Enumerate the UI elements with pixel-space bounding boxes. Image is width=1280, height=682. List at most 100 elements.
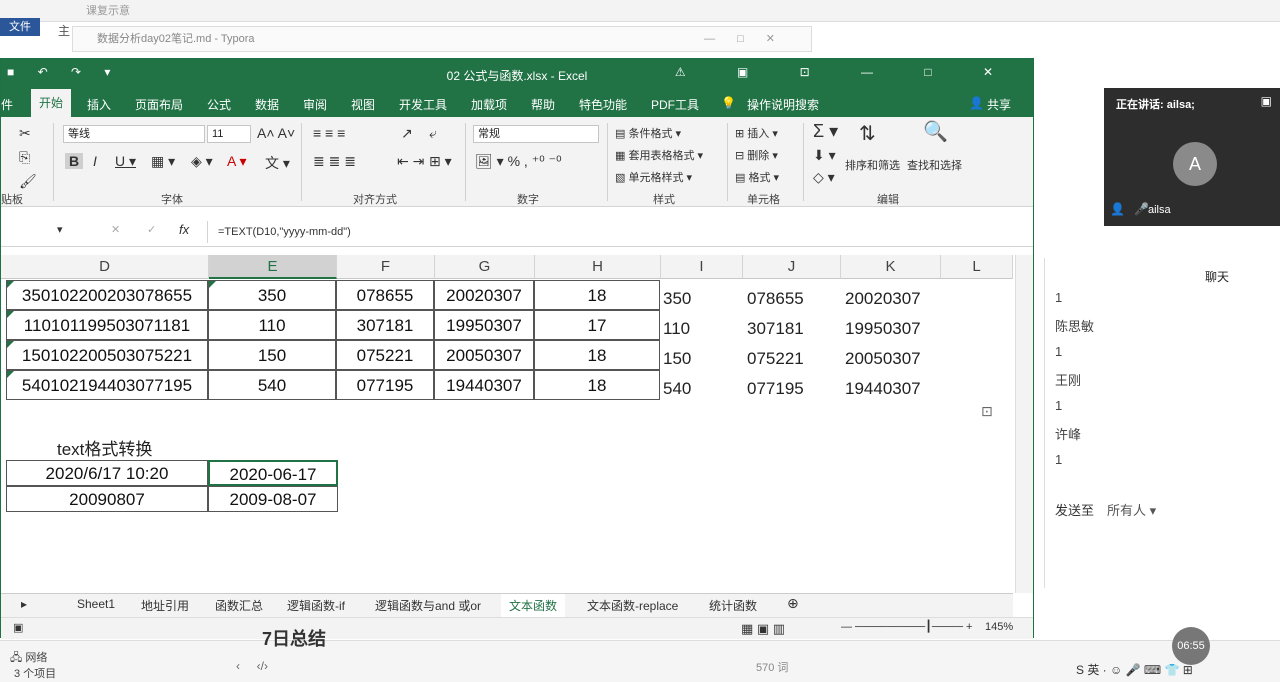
cell-d[interactable]: 110101199503071181 [6,310,208,340]
cell-h[interactable]: 18 [534,370,660,400]
find-icon[interactable]: 🔍 [923,119,948,144]
tab-insert[interactable]: 插入 [87,96,111,113]
tab-data[interactable]: 数据 [255,96,279,113]
cell-e[interactable]: 540 [208,370,336,400]
find-select-button[interactable]: 查找和选择 [907,157,962,173]
sheet-tab-if[interactable]: 逻辑函数-if [287,597,345,614]
sort-filter-icon[interactable]: ⇅ [859,121,876,146]
column-header-l[interactable]: L [941,255,1013,279]
sheet-tab-sheet1[interactable]: Sheet1 [77,597,115,611]
format-cells-button[interactable]: ▤ 格式 ▾ [735,169,779,185]
wrap-text-icon[interactable]: ⤶ [429,125,437,142]
window-controls[interactable]: ⚠ ▣ ⊡ — □ ✕ [675,65,1017,79]
phonetic-icon[interactable]: 文 ▾ [265,153,290,173]
clear-icon[interactable]: ◇ ▾ [813,169,835,186]
tab-review[interactable]: 审阅 [303,96,327,113]
column-header-k[interactable]: K [841,255,941,279]
cell-k[interactable]: 19440307 [845,379,921,399]
column-header-j[interactable]: J [743,255,841,279]
insert-cells-button[interactable]: ⊞ 插入 ▾ [735,125,778,141]
indent-icon[interactable]: ⇤ ⇥ [397,153,424,170]
orientation-icon[interactable]: ↗ [401,125,413,142]
column-header-g[interactable]: G [435,255,535,279]
column-header-d[interactable]: D [1,255,209,279]
cell-h[interactable]: 18 [534,280,660,310]
sort-filter-button[interactable]: 排序和筛选 [845,157,900,173]
share-button[interactable]: 共享 [987,96,1011,113]
view-normal-icon[interactable]: ▦ ▣ ▥ [741,621,785,637]
column-header-h[interactable]: H [535,255,661,279]
tab-addins[interactable]: 加载项 [471,96,507,113]
cut-icon[interactable]: ✂ [19,125,31,142]
sheet-tab-text[interactable]: 文本函数 [501,594,566,619]
cell-j[interactable]: 078655 [747,289,804,309]
cell-g[interactable]: 19950307 [434,310,534,340]
cell-d[interactable]: 150102200503075221 [6,340,208,370]
formula-input[interactable]: =TEXT(D10,"yyyy-mm-dd") [207,221,1027,243]
delete-cells-button[interactable]: ⊟ 删除 ▾ [735,147,778,163]
tab-special[interactable]: 特色功能 [579,96,627,113]
vertical-scrollbar[interactable] [1015,255,1033,593]
cancel-icon[interactable]: ✕ [111,223,120,236]
font-grow-icon[interactable]: A˄ A˅ [257,125,295,141]
typora-window-title[interactable]: 数据分析day02笔记.md - Typora —□✕ [72,26,812,52]
cell-j[interactable]: 075221 [747,349,804,369]
name-box-dropdown-icon[interactable]: ▾ [57,223,63,236]
cell-j[interactable]: 307181 [747,319,804,339]
ime-icon[interactable]: S 英 · ☺ 🎤 ⌨ 👕 ⊞ [1076,661,1193,678]
cell-f[interactable]: 078655 [336,280,434,310]
sheet-tab-address[interactable]: 地址引用 [141,597,189,614]
font-name-select[interactable]: 等线 [63,125,205,143]
fill-color-icon[interactable]: ◈ ▾ [191,153,213,170]
cell-h[interactable]: 17 [534,310,660,340]
insert-function-icon[interactable]: fx [179,222,189,237]
column-header-e[interactable]: E [209,255,337,279]
font-color-icon[interactable]: A ▾ [227,153,246,170]
copy-icon[interactable]: ⎘ [19,149,30,166]
format-painter-icon[interactable]: 🖌 [19,173,37,190]
tell-me-search[interactable]: 操作说明搜索 [747,96,819,113]
panel-toggle-icon[interactable]: ▣ [1261,94,1272,108]
cell-e[interactable]: 110 [208,310,336,340]
border-icon[interactable]: ▦ ▾ [151,153,175,170]
align-top-icon[interactable]: ≡ ≡ ≡ [313,125,345,141]
number-format-select[interactable]: 常规 [473,125,599,143]
tab-page-layout[interactable]: 页面布局 [135,96,183,113]
italic-button[interactable]: I [93,153,97,169]
cell-d[interactable]: 540102194403077195 [6,370,208,400]
tab-home[interactable]: 开始 [31,89,72,117]
person-icon[interactable]: 👤 [969,96,984,110]
merge-icon[interactable]: ⊞ ▾ [429,153,452,170]
table-format-button[interactable]: ▦ 套用表格格式 ▾ [615,147,703,163]
tab-help[interactable]: 帮助 [531,96,555,113]
lightbulb-icon[interactable]: 💡 [721,96,736,110]
tab-pdf[interactable]: PDF工具 [651,96,699,113]
cell-e[interactable]: 350 [208,280,336,310]
cell-i[interactable]: 540 [663,379,691,399]
cell-g[interactable]: 20050307 [434,340,534,370]
cell-k[interactable]: 20020307 [845,289,921,309]
tab-file[interactable]: 件 [1,96,13,113]
cell-i[interactable]: 150 [663,349,691,369]
bold-button[interactable]: B [65,153,84,169]
cell-style-button[interactable]: ▧ 单元格样式 ▾ [615,169,692,185]
sheet-tab-and-or[interactable]: 逻辑函数与and 或or [375,597,481,614]
cell-src-num[interactable]: 20090807 [6,486,208,512]
cell-d[interactable]: 350102200203078655 [6,280,208,310]
zoom-level[interactable]: 145% [985,621,1013,633]
enter-icon[interactable]: ✓ [147,223,156,236]
autosum-icon[interactable]: Σ ▾ [813,121,838,142]
quick-analysis-icon[interactable]: ⊡ [981,403,993,420]
cell-out-date-selected[interactable]: 2020-06-17 [208,460,338,486]
tab-formulas[interactable]: 公式 [207,96,231,113]
add-sheet-icon[interactable]: ⊕ [787,595,799,612]
tab-view[interactable]: 视图 [351,96,375,113]
sheet-tab-stats[interactable]: 统计函数 [709,597,757,614]
cell-i[interactable]: 110 [663,319,690,339]
cell-h[interactable]: 18 [534,340,660,370]
cell-j[interactable]: 077195 [747,379,804,399]
font-size-select[interactable]: 11 [207,125,251,143]
cell-f[interactable]: 075221 [336,340,434,370]
explorer-file-tab[interactable]: 文件 [0,18,40,36]
conditional-format-button[interactable]: ▤ 条件格式 ▾ [615,125,681,141]
